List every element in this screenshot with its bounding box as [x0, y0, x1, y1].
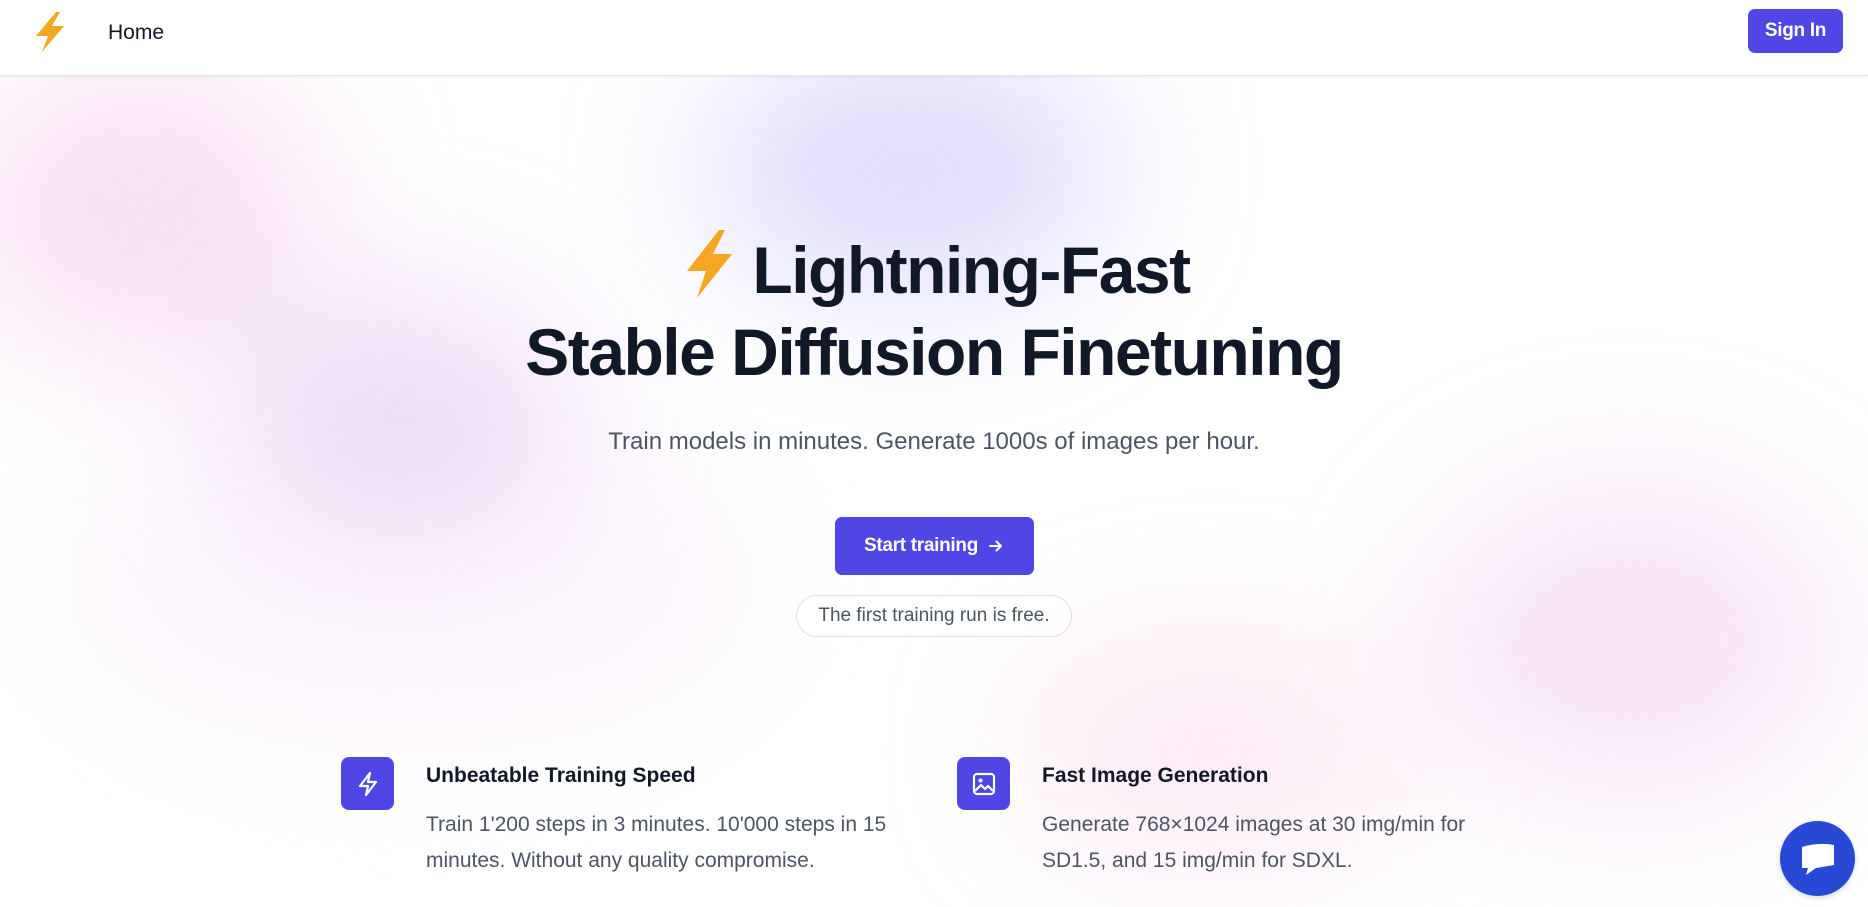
hero-title-text-1: Lightning-Fast	[752, 233, 1191, 307]
lightning-bolt-icon	[358, 771, 377, 796]
lightning-bolt-icon	[687, 230, 733, 298]
sign-in-button[interactable]: Sign In	[1748, 9, 1843, 53]
feature-title: Fast Image Generation	[1042, 764, 1269, 787]
feature-description: Generate 768×1024 images at 30 img/min f…	[1042, 813, 1466, 872]
page: Home Sign In Lightning-Fast Stable Diffu…	[0, 0, 1868, 907]
hero-title: Lightning-Fast Stable Diffusion Finetuni…	[0, 75, 1868, 393]
hero-title-line-2: Stable Diffusion Finetuning	[525, 315, 1344, 389]
hero-title-line-1: Lightning-Fast	[0, 227, 1868, 311]
feature-icon-box	[341, 757, 394, 810]
feature-title: Unbeatable Training Speed	[426, 764, 696, 787]
top-navbar: Home Sign In	[0, 0, 1868, 76]
start-training-button[interactable]: Start training	[834, 517, 1034, 575]
hero-section: Lightning-Fast Stable Diffusion Finetuni…	[0, 75, 1868, 637]
chat-bubble-icon	[1801, 843, 1834, 875]
feature-description: Train 1'200 steps in 3 minutes. 10'000 s…	[426, 813, 887, 872]
nav-home-link[interactable]: Home	[108, 20, 164, 46]
hero-subtitle: Train models in minutes. Generate 1000s …	[608, 428, 1260, 455]
chat-launcher-button[interactable]	[1780, 821, 1855, 896]
feature-icon-box	[957, 757, 1010, 810]
arrow-right-icon	[989, 540, 1003, 552]
lightning-bolt-icon[interactable]	[30, 10, 70, 54]
start-training-label: Start training	[863, 535, 979, 556]
free-trial-badge: The first training run is free.	[796, 595, 1072, 637]
image-icon	[972, 772, 995, 795]
